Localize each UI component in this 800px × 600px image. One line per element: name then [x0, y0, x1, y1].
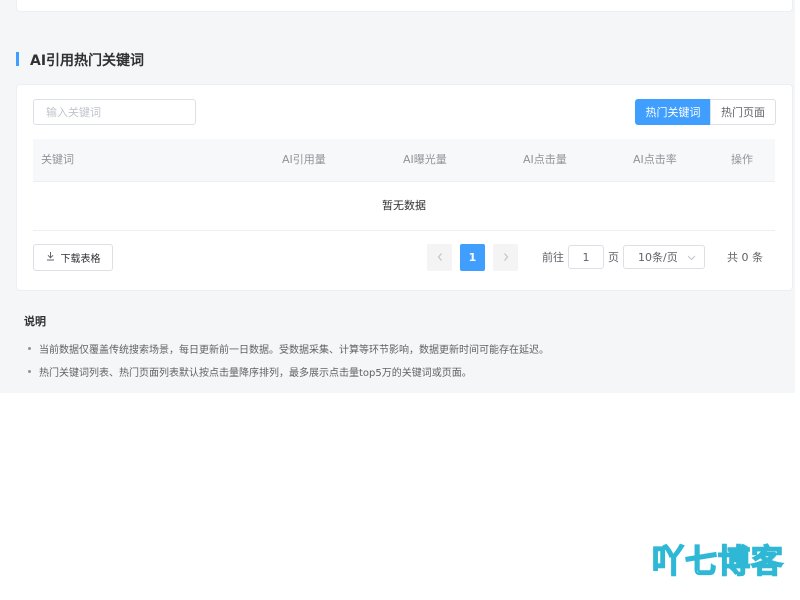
goto-page-input[interactable] — [568, 245, 604, 269]
next-page-button[interactable] — [493, 244, 518, 271]
note-text: 热门关键词列表、热门页面列表默认按点击量降序排列，最多展示点击量top5万的关键… — [39, 368, 472, 379]
column-header-ai-impressions: AI曝光量 — [403, 153, 447, 166]
bullet-dot — [28, 370, 31, 373]
table-empty-row: 暂无数据 — [33, 182, 775, 231]
watermark-text: 吖七博客 — [651, 541, 785, 581]
page-size-select[interactable]: 10条/页 — [623, 245, 705, 269]
tab-hot-pages[interactable]: 热门页面 — [710, 99, 776, 125]
note-item: 热门关键词列表、热门页面列表默认按点击量降序排列，最多展示点击量top5万的关键… — [28, 364, 472, 379]
chevron-down-icon — [687, 251, 696, 264]
notes-title: 说明 — [24, 315, 46, 328]
download-icon — [46, 251, 55, 264]
goto-prefix-label: 前往 — [542, 251, 564, 264]
column-header-ai-clicks: AI点击量 — [523, 153, 567, 166]
column-header-ai-citations: AI引用量 — [282, 153, 326, 166]
column-header-ai-ctr: AI点击率 — [633, 153, 677, 166]
keyword-search-input[interactable] — [33, 99, 196, 125]
right-edge — [795, 0, 800, 393]
note-text: 当前数据仅覆盖传统搜索场景，每日更新前一日数据。受数据采集、计算等环节影响，数据… — [39, 345, 549, 356]
chevron-left-icon — [436, 251, 444, 265]
goto-suffix-label: 页 — [608, 251, 619, 264]
note-item: 当前数据仅覆盖传统搜索场景，每日更新前一日数据。受数据采集、计算等环节影响，数据… — [28, 341, 549, 356]
empty-state-text: 暂无数据 — [382, 199, 426, 212]
table-header: 关键词 AI引用量 AI曝光量 AI点击量 AI点击率 操作 — [33, 139, 775, 182]
column-header-actions: 操作 — [731, 153, 753, 166]
page-number-1[interactable]: 1 — [460, 244, 485, 271]
column-header-keyword: 关键词 — [41, 153, 74, 166]
section-accent-bar — [16, 52, 19, 66]
prev-page-button[interactable] — [427, 244, 452, 271]
bullet-dot — [28, 347, 31, 350]
tab-hot-keywords[interactable]: 热门关键词 — [635, 99, 711, 125]
download-table-button[interactable]: 下载表格 — [33, 244, 113, 271]
previous-card — [16, 0, 793, 12]
download-table-label: 下载表格 — [60, 254, 101, 265]
section-title: AI引用热门关键词 — [30, 53, 145, 69]
chevron-right-icon — [502, 251, 510, 265]
watermark: 吖七博客 — [651, 536, 785, 582]
total-count: 共 0 条 — [727, 251, 763, 264]
page-size-value: 10条/页 — [638, 251, 678, 264]
